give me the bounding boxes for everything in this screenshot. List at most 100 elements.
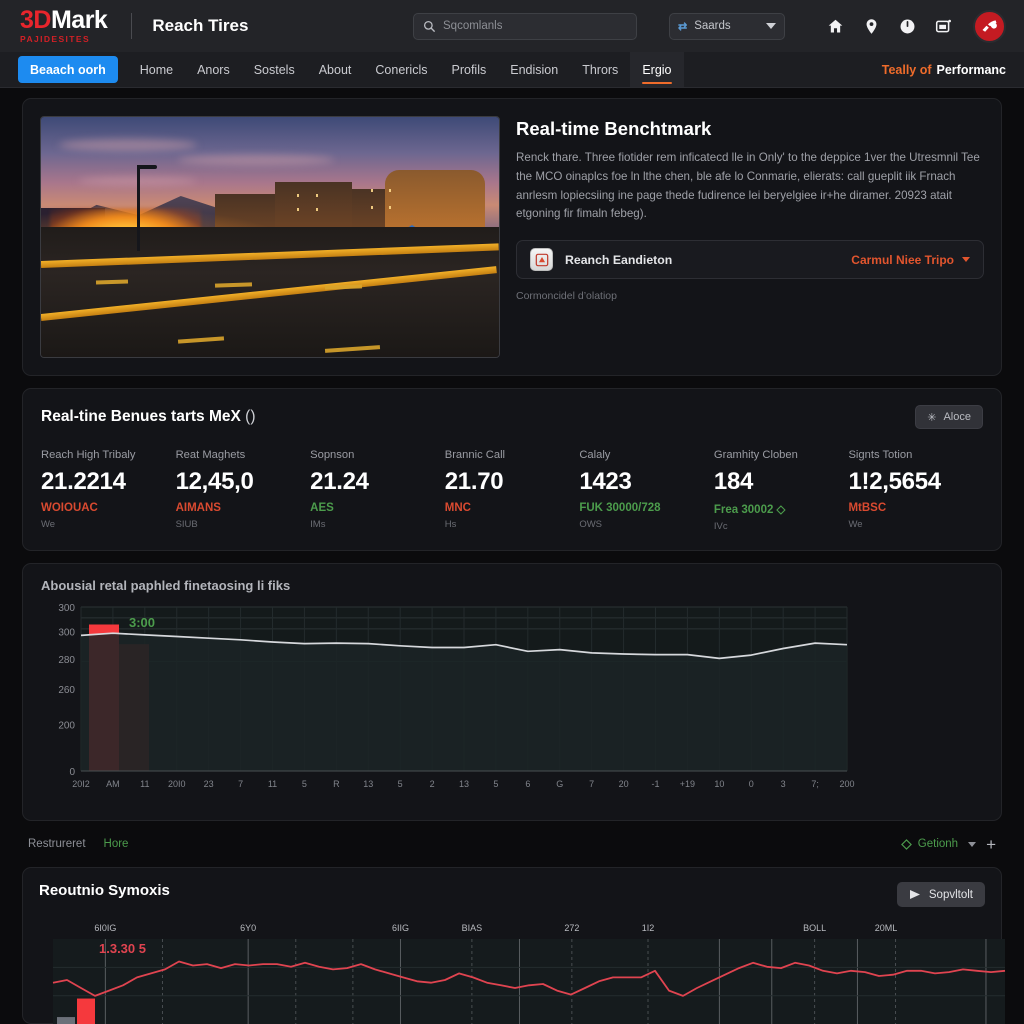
footer-getionh-button[interactable]: Getionh: [900, 838, 959, 850]
footer-label-green[interactable]: Hore: [104, 838, 129, 850]
stat-delta: MNC: [444, 502, 471, 514]
svg-text:300: 300: [58, 628, 75, 639]
nav-item-profils[interactable]: Profils: [440, 52, 499, 87]
hero-note: Cormoncidel d’olatiop: [516, 290, 617, 303]
svg-text:13: 13: [459, 779, 469, 789]
nav-item-conericls[interactable]: Conericls: [363, 52, 439, 87]
svg-text:3: 3: [781, 779, 786, 789]
home-icon[interactable]: [825, 16, 845, 36]
snapshot-button[interactable]: Sopvltolt: [896, 882, 985, 907]
svg-text:6I0IG: 6I0IG: [94, 923, 116, 933]
chart2-svg: 6I0IG6Y06IIGBIAS2721I2BOLL20ML1.3.30 515…: [52, 923, 1006, 1024]
svg-text:AM: AM: [106, 779, 120, 789]
nav-item-thrors[interactable]: Thrors: [570, 52, 630, 87]
stat-item: Reach High Tribaly 21.2214 WOIOUAC We: [41, 449, 176, 532]
stat-item: Brannic Call 21.70 MNC Hs: [445, 449, 580, 532]
nav-item-home[interactable]: Home: [128, 52, 185, 87]
svg-text:260: 260: [58, 685, 75, 696]
search-input[interactable]: Sqcomlanls: [413, 12, 637, 40]
power-icon[interactable]: [897, 16, 917, 36]
chart1-plot[interactable]: 300 300 280 260 200 0 3:00 20I2 AM 11 20I0 23 7 11 5 R 1…: [41, 599, 983, 812]
nav-item-sostels[interactable]: Sostels: [242, 52, 307, 87]
chart2-card: Reoutnio Symoxis Sopvltolt 6I0IG 6Y0 6IIG B…: [22, 867, 1006, 1024]
svg-text:13: 13: [363, 779, 373, 789]
hero-cta-link-group[interactable]: Carmul Niee Tripo: [851, 253, 970, 267]
stat-unit: IVc: [713, 521, 728, 532]
svg-text:11: 11: [140, 779, 149, 789]
main-content: Real-time Benchtmark Renck thare. Three …: [0, 88, 1024, 1024]
chart1-svg: 30030028026020003:0020I2 AM 11 20I0 23 7 11 5 R 1…: [58, 603, 854, 789]
nav-bar: Beaach oorh Home Anors Sostels About Con…: [0, 52, 1024, 88]
svg-text:3:00: 3:00: [129, 615, 155, 630]
chevron-down-icon[interactable]: [968, 841, 977, 847]
chart2-header: Reoutnio Symoxis Sopvltolt: [39, 882, 985, 907]
stat-value: 12,45,0: [175, 468, 254, 495]
stat-unit: IMs: [310, 519, 326, 530]
stats-grid: Reach High Tribaly 21.2214 WOIOUAC We Re…: [41, 449, 983, 532]
stat-label: Gramhity Cloben: [713, 449, 798, 461]
svg-text:BOLL: BOLL: [803, 923, 826, 933]
chart2-title: Reoutnio Symoxis: [39, 882, 170, 899]
svg-text:300: 300: [58, 603, 75, 614]
stat-delta: WOIOUAC: [41, 502, 98, 514]
nav-pill-active[interactable]: Beaach oorh: [18, 56, 118, 83]
stats-title-paren: (): [245, 408, 256, 425]
stat-value: 1423: [579, 468, 632, 495]
user-avatar[interactable]: [973, 9, 1006, 43]
stat-delta: MtBSC: [848, 502, 887, 514]
brand-logo-mark: Mark: [50, 6, 108, 35]
nav-tagline: Teally of Performanc: [882, 52, 1024, 87]
nav-item-endision[interactable]: Endision: [498, 52, 570, 87]
stat-item: Sopnson 21.24 AES IMs: [310, 449, 445, 532]
avatar-figure-icon: [981, 19, 998, 34]
brand-divider: [131, 13, 133, 39]
brand-logo-text: 3DMark: [20, 6, 108, 35]
svg-text:G: G: [556, 779, 563, 789]
svg-text:7: 7: [238, 779, 243, 789]
hero-text: Real-time Benchtmark Renck thare. Three …: [516, 116, 984, 358]
play-icon: [909, 890, 920, 899]
page-title: Reach Tires: [152, 16, 249, 35]
more-button-label: Aloce: [943, 411, 971, 423]
top-bar: 3DMark PAJIDESITES Reach Tires Sqcomlanl…: [0, 0, 1024, 52]
window-badge-icon[interactable]: [933, 16, 953, 36]
hero-cloud: [178, 155, 335, 165]
stat-delta: FUK 30000/728: [579, 502, 661, 514]
stat-unit: We: [848, 519, 863, 530]
brand-logo[interactable]: 3DMark PAJIDESITES: [20, 6, 108, 44]
stat-item: Gramhity Cloben 184 Frea 30002 ◇ IVc: [714, 449, 849, 532]
svg-text:5: 5: [398, 779, 403, 789]
search-placeholder: Sqcomlanls: [443, 20, 503, 32]
stat-label: Signts Totion: [848, 449, 913, 461]
nav-item-anors[interactable]: Anors: [185, 52, 242, 87]
plus-icon[interactable]: +: [986, 836, 996, 853]
svg-text:0: 0: [749, 779, 754, 789]
stat-value: 21.24: [310, 468, 369, 495]
chart2-plot[interactable]: 6I0IG6Y06IIGBIAS2721I2BOLL20ML1.3.30 515…: [39, 917, 1006, 1024]
svg-text:BIAS: BIAS: [462, 923, 483, 933]
stats-header: Real-tine Benues tarts MeX () ✳ Aloce: [41, 405, 983, 429]
location-pin-icon[interactable]: [861, 16, 881, 36]
stats-card: Real-tine Benues tarts MeX () ✳ Aloce Re…: [22, 388, 1002, 551]
chart-footer-row: Restrureret Hore Getionh +: [22, 833, 1002, 855]
stat-unit: SIUB: [175, 519, 198, 530]
stat-unit: OWS: [579, 519, 603, 530]
diamond-icon: [900, 838, 912, 850]
more-button[interactable]: ✳ Aloce: [915, 405, 983, 429]
hero-card: Real-time Benchtmark Renck thare. Three …: [22, 98, 1002, 376]
hero-heading: Real-time Benchtmark: [516, 118, 712, 139]
stat-item: Calaly 1423 FUK 30000/728 OWS: [579, 449, 714, 532]
svg-text:6IIG: 6IIG: [392, 923, 409, 933]
nav-item-about[interactable]: About: [307, 52, 364, 87]
svg-text:7;: 7;: [811, 779, 819, 789]
stat-item: Signts Totion 1!2,5654 MtBSC We: [848, 449, 983, 532]
nav-item-ergio[interactable]: Ergio: [630, 52, 684, 87]
filter-select[interactable]: ⇄ Saards: [669, 12, 785, 40]
stats-title: Real-tine Benues tarts MeX (): [41, 408, 255, 426]
hero-paragraph: Renck thare. Three fiotider rem inficate…: [516, 151, 980, 221]
app-root: 3DMark PAJIDESITES Reach Tires Sqcomlanl…: [0, 0, 1024, 1024]
svg-text:11: 11: [268, 779, 277, 789]
hero-cta-row[interactable]: Reanch Eandieton Carmul Niee Tripo: [516, 240, 984, 280]
footer-getionh-label: Getionh: [917, 838, 959, 850]
filter-select-value: Saards: [694, 20, 731, 32]
